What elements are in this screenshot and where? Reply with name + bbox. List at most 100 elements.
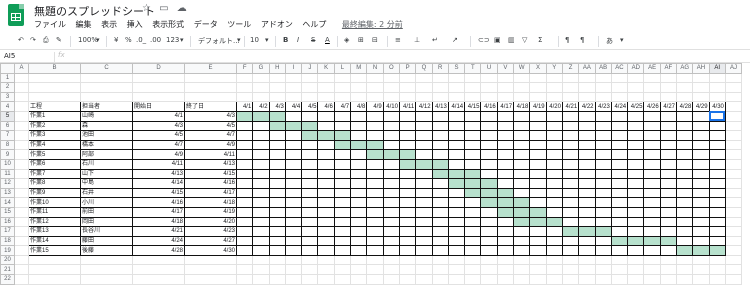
cell-AI5[interactable] — [708, 110, 726, 122]
cell-AF14[interactable] — [659, 197, 678, 208]
cell-Q18[interactable] — [415, 235, 433, 247]
cell-I17[interactable] — [284, 226, 303, 237]
cell-AI7[interactable] — [708, 130, 726, 141]
cell-F13[interactable] — [235, 187, 254, 199]
cell-Q8[interactable] — [415, 139, 433, 151]
cell-Q10[interactable] — [415, 158, 433, 170]
cell-M1[interactable] — [350, 72, 368, 84]
cell-I10[interactable] — [284, 158, 303, 170]
cell-AC9[interactable] — [610, 149, 629, 160]
cell-AJ5[interactable] — [724, 110, 743, 122]
cell-N16[interactable] — [366, 216, 384, 228]
cell-P17[interactable] — [398, 226, 417, 237]
cell-Z14[interactable] — [561, 197, 580, 208]
cell-W18[interactable] — [513, 235, 531, 247]
cell-P11[interactable] — [398, 168, 417, 180]
cell-Y4[interactable]: 4/20 — [545, 101, 563, 112]
cell-A1[interactable] — [14, 72, 29, 84]
column-header-M[interactable]: M — [350, 63, 368, 74]
menu-tools[interactable]: ツール — [227, 20, 251, 29]
cell-I9[interactable] — [284, 149, 303, 160]
cell-R22[interactable] — [431, 274, 449, 285]
cell-X4[interactable]: 4/19 — [529, 101, 547, 112]
cell-D10[interactable]: 4/11 — [132, 158, 185, 170]
row-header-8[interactable]: 8 — [0, 139, 15, 151]
undo-icon[interactable]: ↶ — [18, 36, 24, 44]
cell-AF19[interactable] — [659, 245, 678, 256]
cell-I4[interactable]: 4/4 — [284, 101, 303, 112]
cell-N7[interactable] — [366, 130, 384, 141]
cell-AH2[interactable] — [692, 82, 710, 93]
cell-P13[interactable] — [398, 187, 417, 199]
cell-Q7[interactable] — [415, 130, 433, 141]
cell-R2[interactable] — [431, 82, 449, 93]
cell-N12[interactable] — [366, 178, 384, 189]
cell-K16[interactable] — [317, 216, 335, 228]
cell-R13[interactable] — [431, 187, 449, 199]
cell-K15[interactable] — [317, 206, 335, 218]
cell-X21[interactable] — [529, 264, 547, 276]
cell-Y19[interactable] — [545, 245, 563, 256]
cell-J15[interactable] — [301, 206, 319, 218]
cell-B4[interactable]: 工程 — [28, 101, 81, 112]
cell-K3[interactable] — [317, 91, 335, 103]
cell-AH1[interactable] — [692, 72, 710, 84]
rtl-icon[interactable]: ¶ — [580, 36, 584, 44]
ltr-icon[interactable]: ¶ — [565, 36, 569, 44]
cell-AA10[interactable] — [578, 158, 596, 170]
column-header-Y[interactable]: Y — [545, 63, 563, 74]
cell-R7[interactable] — [431, 130, 449, 141]
cell-AB16[interactable] — [594, 216, 612, 228]
cell-T14[interactable] — [464, 197, 482, 208]
cell-AE7[interactable] — [643, 130, 661, 141]
cell-Q12[interactable] — [415, 178, 433, 189]
cell-G14[interactable] — [252, 197, 270, 208]
cell-AC19[interactable] — [610, 245, 629, 256]
cell-AH9[interactable] — [692, 149, 710, 160]
insert-comment-icon[interactable]: ▣ — [494, 36, 501, 44]
cell-AA18[interactable] — [578, 235, 596, 247]
cell-H3[interactable] — [268, 91, 286, 103]
cell-O1[interactable] — [382, 72, 400, 84]
cell-V15[interactable] — [496, 206, 515, 218]
cell-U12[interactable] — [480, 178, 498, 189]
cell-F2[interactable] — [235, 82, 254, 93]
cell-D21[interactable] — [132, 264, 185, 276]
cell-AJ14[interactable] — [724, 197, 743, 208]
cell-T11[interactable] — [464, 168, 482, 180]
cell-K2[interactable] — [317, 82, 335, 93]
cell-A22[interactable] — [14, 274, 29, 285]
cell-X22[interactable] — [529, 274, 547, 285]
cell-Z16[interactable] — [561, 216, 580, 228]
cell-Z1[interactable] — [561, 72, 580, 84]
cell-D3[interactable] — [132, 91, 185, 103]
cell-K7[interactable] — [317, 130, 335, 141]
cell-G2[interactable] — [252, 82, 270, 93]
cell-T16[interactable] — [464, 216, 482, 228]
cell-C19[interactable]: 後藤 — [80, 245, 133, 256]
cell-F16[interactable] — [235, 216, 254, 228]
cell-M8[interactable] — [350, 139, 368, 151]
print-icon[interactable]: ⎙ — [43, 36, 49, 45]
cell-G21[interactable] — [252, 264, 270, 276]
cell-V1[interactable] — [496, 72, 515, 84]
cell-AD5[interactable] — [627, 110, 645, 122]
cell-Q5[interactable] — [415, 110, 433, 122]
cell-O18[interactable] — [382, 235, 400, 247]
cell-K6[interactable] — [317, 120, 335, 132]
cell-N14[interactable] — [366, 197, 384, 208]
cell-L13[interactable] — [333, 187, 352, 199]
cell-Z8[interactable] — [561, 139, 580, 151]
cell-O9[interactable] — [382, 149, 400, 160]
cell-S21[interactable] — [447, 264, 466, 276]
cell-AA3[interactable] — [578, 91, 596, 103]
cell-K8[interactable] — [317, 139, 335, 151]
cell-W1[interactable] — [513, 72, 531, 84]
cell-U1[interactable] — [480, 72, 498, 84]
cell-AJ12[interactable] — [724, 178, 743, 189]
cell-H15[interactable] — [268, 206, 286, 218]
fill-color-icon[interactable]: ◈ — [344, 36, 349, 44]
cell-AH20[interactable] — [692, 254, 710, 266]
cell-AE13[interactable] — [643, 187, 661, 199]
cell-AB5[interactable] — [594, 110, 612, 122]
